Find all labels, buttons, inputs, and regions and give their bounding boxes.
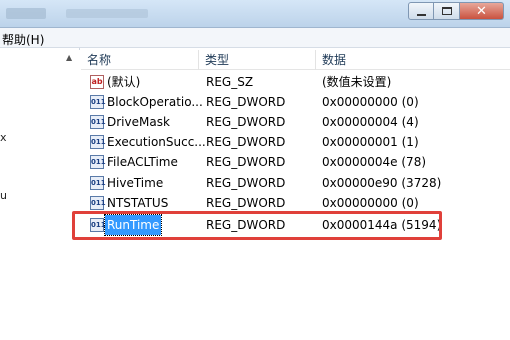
window-controls: ✕ — [408, 2, 504, 20]
binary-value-icon: 011 — [90, 196, 106, 210]
value-type: REG_DWORD — [206, 155, 286, 169]
list-item[interactable]: 011 DriveMask REG_DWORD 0x00000004 (4) — [81, 112, 510, 132]
tree-item-fragment[interactable]: u — [0, 189, 7, 202]
list-item[interactable]: ab (默认) REG_SZ (数值未设置) — [81, 72, 510, 92]
menu-bar: 帮助(H) — [0, 28, 510, 48]
window-title — [66, 9, 148, 18]
close-button[interactable]: ✕ — [460, 2, 504, 20]
value-data: 0x00000000 (0) — [322, 196, 419, 210]
value-data: 0x00000001 (1) — [322, 135, 419, 149]
app-icon — [6, 8, 46, 19]
minimize-button[interactable] — [408, 2, 434, 20]
list-item[interactable]: 011 BlockOperatio... REG_DWORD 0x0000000… — [81, 92, 510, 112]
value-name: BlockOperatio... — [107, 95, 203, 109]
highlight-annotation-box — [72, 211, 442, 240]
column-header-type[interactable]: 类型 — [199, 50, 316, 70]
value-type: REG_SZ — [206, 75, 254, 89]
binary-value-icon: 011 — [90, 135, 106, 149]
value-type: REG_DWORD — [206, 176, 286, 190]
value-type: REG_DWORD — [206, 196, 286, 210]
close-icon: ✕ — [476, 3, 487, 19]
value-name: ExecutionSucc... — [107, 135, 206, 149]
list-item[interactable]: 011 HiveTime REG_DWORD 0x00000e90 (3728) — [81, 173, 510, 193]
scroll-up-icon[interactable]: ▲ — [66, 53, 72, 62]
binary-value-icon: 011 — [90, 95, 106, 109]
value-data: 0x00000e90 (3728) — [322, 176, 442, 190]
value-data: 0x00000000 (0) — [322, 95, 419, 109]
maximize-icon — [441, 7, 452, 15]
binary-value-icon: 011 — [90, 155, 106, 169]
binary-value-icon: 011 — [90, 115, 106, 129]
value-type: REG_DWORD — [206, 115, 286, 129]
list-item[interactable]: 011 FileACLTime REG_DWORD 0x0000004e (78… — [81, 152, 510, 172]
list-item[interactable]: 011 ExecutionSucc... REG_DWORD 0x0000000… — [81, 132, 510, 152]
value-name: NTSTATUS — [107, 196, 169, 210]
value-name: HiveTime — [107, 176, 164, 190]
value-data: 0x0000004e (78) — [322, 155, 427, 169]
maximize-button[interactable] — [434, 2, 460, 20]
tree-item-fragment[interactable]: x — [0, 131, 7, 144]
binary-value-icon: 011 — [90, 176, 106, 190]
list-header: 名称 类型 数据 — [81, 50, 510, 70]
value-type: REG_DWORD — [206, 95, 286, 109]
string-value-icon: ab — [90, 75, 104, 89]
minimize-icon — [416, 13, 426, 16]
tree-scrollbar[interactable]: ▲ — [64, 50, 80, 340]
value-name: FileACLTime — [107, 155, 178, 169]
value-type: REG_DWORD — [206, 135, 286, 149]
value-data: (数值未设置) — [322, 75, 392, 89]
column-header-name[interactable]: 名称 — [81, 50, 199, 70]
value-data: 0x00000004 (4) — [322, 115, 419, 129]
list-item[interactable]: 011 NTSTATUS REG_DWORD 0x00000000 (0) — [81, 193, 510, 213]
column-header-data[interactable]: 数据 — [316, 50, 510, 70]
title-bar: ✕ — [0, 0, 510, 28]
menu-help[interactable]: 帮助(H) — [2, 31, 44, 48]
value-name: DriveMask — [107, 115, 170, 129]
value-name: (默认) — [107, 75, 141, 89]
